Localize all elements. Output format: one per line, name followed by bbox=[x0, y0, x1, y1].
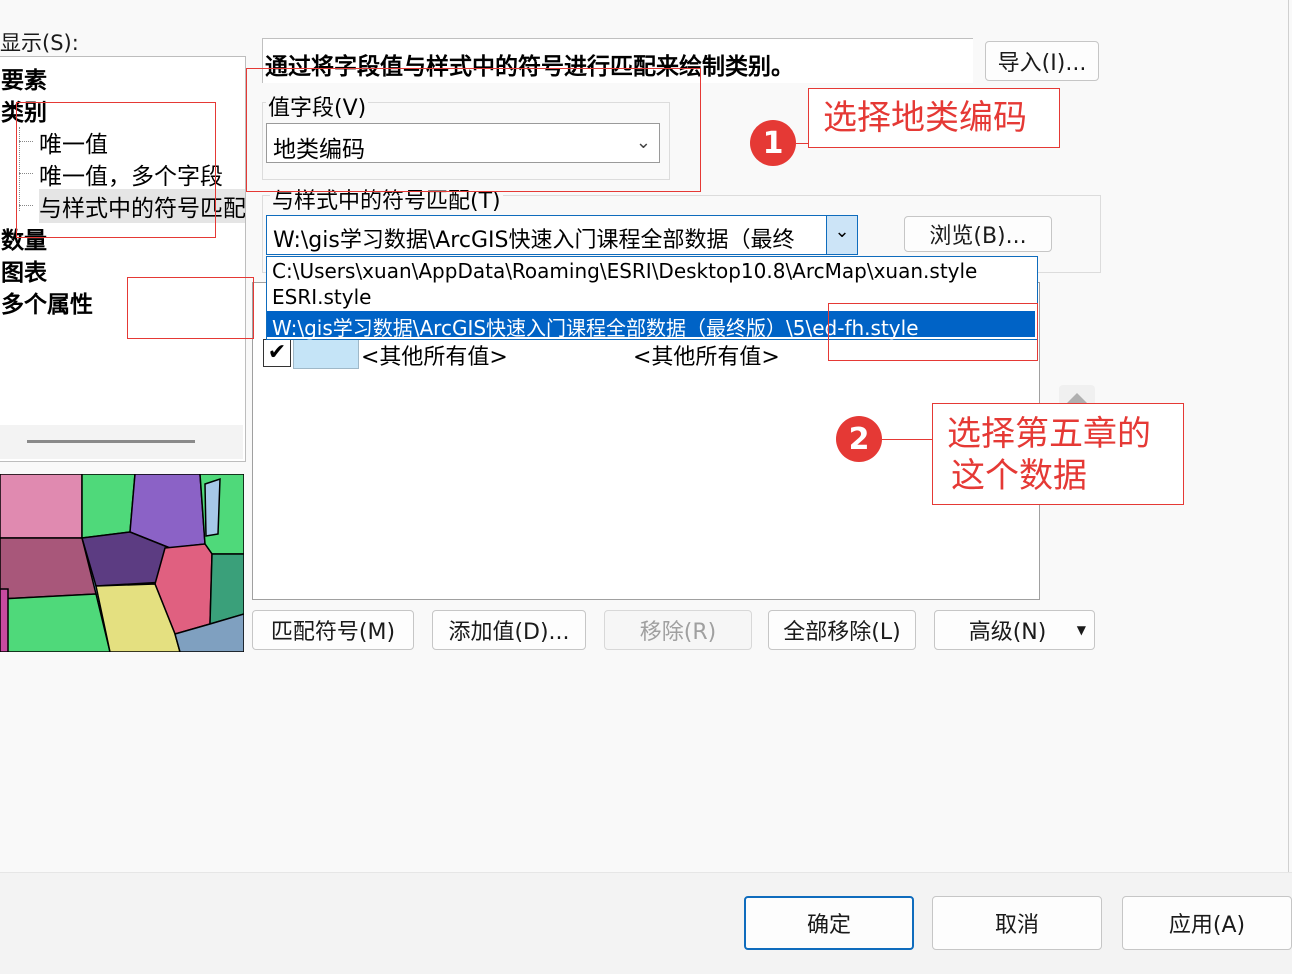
style-path-value: W:\gis学习数据\ArcGIS快速入门课程全部数据（最终 bbox=[273, 228, 795, 253]
apply-button[interactable]: 应用(A) bbox=[1122, 896, 1292, 950]
tree-item-multiple-attributes[interactable]: 多个属性 bbox=[1, 285, 93, 319]
row-symbol-swatch[interactable] bbox=[293, 339, 359, 369]
row-label: <其他所有值> bbox=[633, 345, 780, 370]
annotation-box-tree bbox=[16, 102, 216, 238]
map-region bbox=[204, 477, 221, 537]
chevron-down-icon[interactable]: ⌄ bbox=[826, 216, 857, 254]
step-1-badge: 1 bbox=[750, 120, 796, 166]
remove-all-button[interactable]: 全部移除(L) bbox=[768, 610, 916, 650]
step-2-callout: 选择第五章的 这个数据 bbox=[932, 403, 1184, 505]
match-symbols-button[interactable]: 匹配符号(M) bbox=[252, 610, 414, 650]
symbol-preview-map bbox=[0, 474, 244, 652]
annotation-box-value-field bbox=[246, 68, 701, 192]
cancel-button[interactable]: 取消 bbox=[932, 896, 1102, 950]
map-region bbox=[0, 588, 9, 652]
tree-scrollbar-thumb[interactable] bbox=[27, 440, 195, 443]
content-border bbox=[1288, 0, 1289, 872]
map-region bbox=[0, 593, 111, 652]
map-region bbox=[0, 537, 97, 600]
dropdown-arrow-icon: ▼ bbox=[1076, 623, 1086, 637]
row-checkbox[interactable]: ✔ bbox=[263, 339, 291, 367]
step-1-callout: 选择地类编码 bbox=[808, 88, 1060, 148]
ok-button[interactable]: 确定 bbox=[744, 896, 914, 950]
map-region bbox=[0, 474, 83, 539]
remove-button[interactable]: 移除(R) bbox=[604, 610, 752, 650]
advanced-button[interactable]: 高级(N) ▼ bbox=[934, 610, 1095, 650]
style-path-combobox[interactable]: W:\gis学习数据\ArcGIS快速入门课程全部数据（最终 ⌄ bbox=[266, 215, 858, 255]
step-2-text-line1: 选择第五章的 bbox=[947, 414, 1151, 454]
add-values-button[interactable]: 添加值(D)... bbox=[432, 610, 586, 650]
step-2-connector bbox=[882, 439, 934, 440]
map-region bbox=[209, 553, 244, 626]
step-1-text: 选择地类编码 bbox=[823, 98, 1027, 138]
annotation-box-style-file bbox=[828, 303, 1038, 361]
step-2-badge: 2 bbox=[836, 416, 882, 462]
step-1-connector bbox=[796, 143, 808, 144]
browse-button[interactable]: 浏览(B)... bbox=[904, 216, 1052, 252]
show-label: 显示(S): bbox=[0, 31, 79, 55]
map-region bbox=[81, 474, 136, 539]
tree-scrollbar[interactable] bbox=[0, 425, 243, 459]
dropdown-option-ed-fh-style[interactable]: W:\gis学习数据\ArcGIS快速入门课程全部数据（最终版）\5\ed-fh… bbox=[272, 312, 919, 341]
row-value: <其他所有值> bbox=[361, 345, 508, 370]
tree-item-features[interactable]: 要素 bbox=[1, 61, 47, 95]
dropdown-option-esri-style[interactable]: ESRI.style bbox=[272, 285, 371, 309]
tree-item-charts[interactable]: 图表 bbox=[1, 253, 47, 287]
annotation-box-left-empty bbox=[127, 277, 254, 339]
advanced-label: 高级(N) bbox=[968, 620, 1047, 645]
import-button[interactable]: 导入(I)... bbox=[985, 41, 1099, 81]
dropdown-option-xuan-style[interactable]: C:\Users\xuan\AppData\Roaming\ESRI\Deskt… bbox=[272, 259, 977, 283]
step-2-text-line2: 这个数据 bbox=[951, 456, 1087, 496]
